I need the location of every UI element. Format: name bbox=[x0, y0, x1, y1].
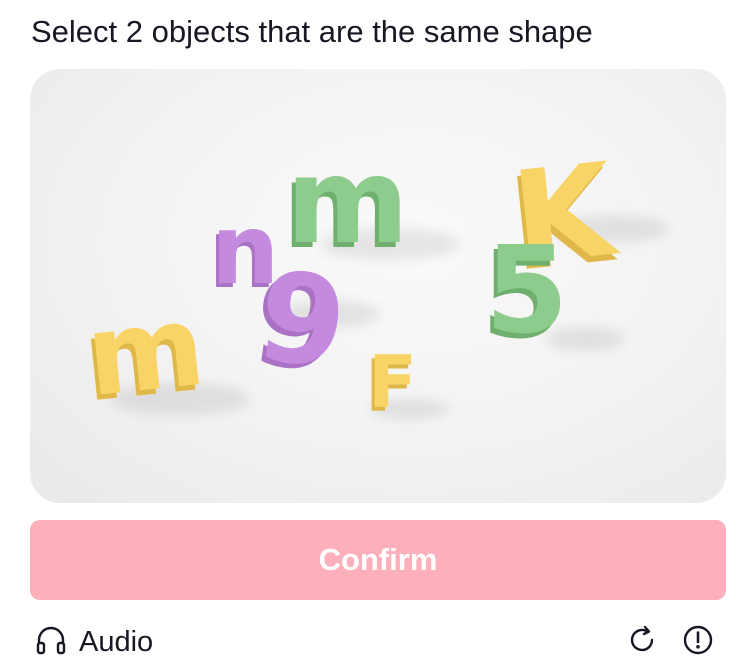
refresh-icon bbox=[625, 623, 659, 662]
confirm-button[interactable]: Confirm bbox=[30, 520, 726, 600]
audio-label: Audio bbox=[79, 625, 154, 658]
svg-text:F: F bbox=[368, 340, 417, 424]
refresh-button[interactable] bbox=[624, 624, 660, 660]
report-icon bbox=[681, 623, 715, 662]
object-five-green[interactable]: 5 5 bbox=[481, 222, 569, 366]
object-f-yellow[interactable]: F F bbox=[365, 340, 417, 428]
puzzle-canvas: m m K K n n 9 9 5 5 m m F F bbox=[77, 132, 670, 428]
object-m-yellow[interactable]: m m bbox=[77, 281, 210, 428]
svg-text:m: m bbox=[81, 281, 211, 422]
svg-text:9: 9 bbox=[249, 244, 354, 399]
puzzle-image[interactable]: m m K K n n 9 9 5 5 m m F F bbox=[30, 69, 726, 503]
report-button[interactable] bbox=[680, 624, 716, 660]
svg-text:5: 5 bbox=[485, 222, 569, 361]
headphones-icon bbox=[33, 622, 69, 663]
captcha-prompt: Select 2 objects that are the same shape bbox=[31, 14, 593, 49]
captcha-page: Select 2 objects that are the same shape… bbox=[0, 0, 756, 670]
audio-button[interactable]: Audio bbox=[33, 620, 153, 664]
object-nine-purple[interactable]: 9 9 bbox=[245, 244, 355, 403]
